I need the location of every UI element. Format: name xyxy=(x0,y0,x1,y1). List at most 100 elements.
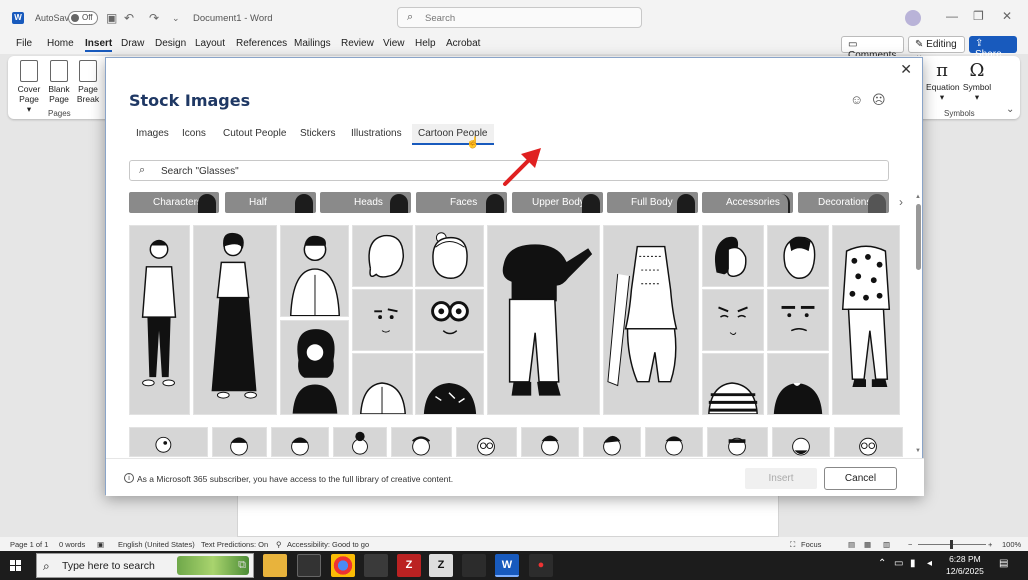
blank-page-button[interactable]: Blank Page xyxy=(46,60,72,104)
tab-mailings[interactable]: Mailings xyxy=(294,38,331,49)
image-tile[interactable] xyxy=(767,225,829,287)
screen-recorder-icon[interactable]: ● xyxy=(529,554,553,577)
read-mode-icon[interactable]: ▤ xyxy=(848,540,855,549)
redo-icon[interactable]: ↷ xyxy=(149,11,159,25)
paint-icon[interactable] xyxy=(364,554,388,577)
category-accessories[interactable]: Accessories xyxy=(702,192,793,213)
categories-next-icon[interactable]: › xyxy=(899,195,903,209)
comments-button[interactable]: ▭ Comments xyxy=(841,36,904,61)
terminal-icon[interactable] xyxy=(297,554,321,577)
insert-button[interactable]: Insert xyxy=(745,468,817,489)
category-decorations[interactable]: Decorations xyxy=(798,192,889,213)
image-tile[interactable] xyxy=(834,427,903,457)
image-tile[interactable] xyxy=(521,427,579,457)
category-faces[interactable]: Faces xyxy=(416,192,507,213)
feedback-smile-icon[interactable]: ☺ xyxy=(850,92,863,107)
word-count[interactable]: 0 words xyxy=(59,540,85,549)
scroll-up-icon[interactable]: ▲ xyxy=(915,194,921,200)
notifications-icon[interactable]: ▤ xyxy=(999,558,1008,569)
print-layout-icon[interactable]: ▦ xyxy=(864,540,871,549)
image-tile[interactable] xyxy=(583,427,641,457)
image-tile[interactable] xyxy=(415,225,484,287)
task-view-icon[interactable]: ⧉ xyxy=(230,554,254,577)
image-tile[interactable] xyxy=(456,427,517,457)
restore-icon[interactable]: ❐ xyxy=(973,9,984,23)
cancel-button[interactable]: Cancel xyxy=(824,467,897,490)
clock[interactable]: 6:28 PM 12/6/2025 xyxy=(946,553,984,577)
language[interactable]: English (United States) xyxy=(118,540,195,549)
image-tile[interactable] xyxy=(333,427,387,457)
search-box[interactable]: ⌕ Search xyxy=(397,7,642,28)
tab-icons[interactable]: Icons xyxy=(182,128,206,139)
proofing-icon[interactable]: ▣ xyxy=(97,540,104,549)
file-explorer-icon[interactable] xyxy=(263,554,287,577)
image-tile[interactable] xyxy=(415,289,484,351)
image-tile[interactable] xyxy=(702,289,764,351)
image-tile[interactable] xyxy=(129,427,208,457)
cover-page-button[interactable]: Cover Page ▾ xyxy=(16,60,42,114)
filezilla-icon[interactable]: Z xyxy=(397,554,421,577)
tab-layout[interactable]: Layout xyxy=(195,38,225,49)
web-layout-icon[interactable]: ▥ xyxy=(883,540,890,549)
image-tile[interactable] xyxy=(603,225,699,415)
category-characters[interactable]: Characters xyxy=(129,192,219,213)
minimize-icon[interactable]: — xyxy=(946,9,958,23)
undo-icon[interactable]: ↶ xyxy=(124,11,134,25)
image-tile[interactable] xyxy=(352,289,413,351)
zoom-out-icon[interactable]: − xyxy=(908,540,912,549)
image-tile[interactable] xyxy=(129,225,190,415)
save-icon[interactable]: ▣ xyxy=(106,11,117,25)
chrome-icon[interactable] xyxy=(331,554,355,577)
windows-start-icon[interactable] xyxy=(10,560,22,572)
image-tile[interactable] xyxy=(415,353,484,415)
image-tile[interactable] xyxy=(702,353,764,415)
tray-chevron-icon[interactable]: ⌃ xyxy=(878,558,886,569)
category-full-body[interactable]: Full Body xyxy=(607,192,698,213)
close-icon[interactable]: ✕ xyxy=(900,61,912,78)
image-tile[interactable] xyxy=(767,289,829,351)
avatar[interactable] xyxy=(905,10,921,26)
scrollbar-thumb[interactable] xyxy=(916,204,921,270)
symbol-button[interactable]: Ω Symbol ▾ xyxy=(962,60,992,102)
customize-qat-icon[interactable]: ⌄ xyxy=(172,13,180,24)
word-taskbar-icon[interactable]: W xyxy=(495,554,519,577)
editing-button[interactable]: ✎ Editing ⌄ xyxy=(908,36,965,61)
tab-design[interactable]: Design xyxy=(155,38,186,49)
category-upper-body[interactable]: Upper Body xyxy=(512,192,603,213)
zoom-in-icon[interactable]: + xyxy=(988,540,992,549)
tab-cutout-people[interactable]: Cutout People xyxy=(223,128,286,139)
app-icon[interactable] xyxy=(462,554,486,577)
zoom-slider-thumb[interactable] xyxy=(950,540,953,549)
image-tile[interactable] xyxy=(352,225,413,287)
feedback-frown-icon[interactable]: ☹ xyxy=(872,92,886,108)
network-icon[interactable]: ▭ xyxy=(894,558,903,569)
tab-acrobat[interactable]: Acrobat xyxy=(446,38,480,49)
zotero-icon[interactable]: Z xyxy=(429,554,453,577)
page-count[interactable]: Page 1 of 1 xyxy=(10,540,48,549)
tab-view[interactable]: View xyxy=(383,38,405,49)
image-tile[interactable] xyxy=(645,427,703,457)
text-predictions[interactable]: Text Predictions: On xyxy=(201,540,268,549)
autosave-toggle[interactable]: Off xyxy=(68,11,98,25)
close-window-icon[interactable]: ✕ xyxy=(1002,9,1012,23)
tab-insert[interactable]: Insert xyxy=(85,38,113,52)
volume-icon[interactable]: ◂ xyxy=(927,558,932,569)
image-tile[interactable] xyxy=(702,225,764,287)
image-tile[interactable] xyxy=(352,353,413,415)
image-tile[interactable] xyxy=(280,320,349,415)
category-heads[interactable]: Heads xyxy=(320,192,411,213)
category-half-characters[interactable]: Half Characters xyxy=(225,192,316,213)
accessibility-status[interactable]: Accessibility: Good to go xyxy=(287,540,369,549)
tab-illustrations[interactable]: Illustrations xyxy=(351,128,402,139)
image-tile[interactable] xyxy=(487,225,600,415)
image-tile[interactable] xyxy=(271,427,329,457)
tab-stickers[interactable]: Stickers xyxy=(300,128,336,139)
image-tile[interactable] xyxy=(707,427,768,457)
grid-scrollbar[interactable]: ▲ ▼ xyxy=(915,194,921,456)
tab-home[interactable]: Home xyxy=(47,38,74,49)
image-tile[interactable] xyxy=(391,427,452,457)
tab-references[interactable]: References xyxy=(236,38,287,49)
image-tile[interactable] xyxy=(832,225,900,415)
image-tile[interactable] xyxy=(193,225,277,415)
equation-button[interactable]: π Equation ▾ xyxy=(926,60,960,102)
